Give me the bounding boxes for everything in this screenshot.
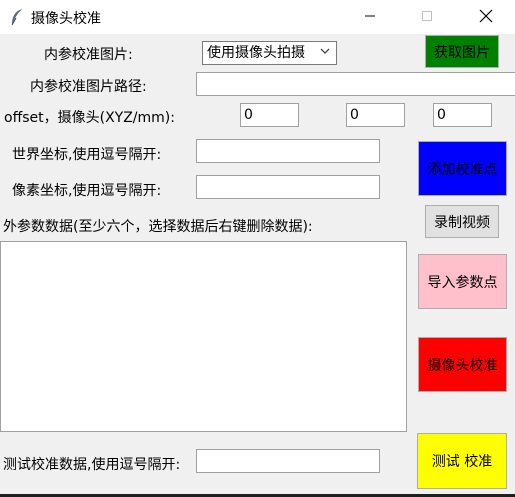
test-calibration-button[interactable]: 测试 校准 bbox=[417, 433, 507, 489]
maximize-button[interactable] bbox=[404, 0, 450, 32]
offset-z-input[interactable]: 0 bbox=[433, 103, 492, 127]
minimize-button[interactable] bbox=[347, 0, 393, 32]
record-video-button[interactable]: 录制视频 bbox=[425, 205, 499, 238]
test-data-label: 测试校准数据,使用逗号隔开: bbox=[3, 457, 181, 473]
extrinsic-label: 外参数数据(至少六个，选择数据后右键删除数据): bbox=[3, 219, 313, 235]
extrinsic-data-list[interactable] bbox=[0, 241, 407, 432]
pixel-coords-input[interactable] bbox=[196, 175, 380, 199]
feather-icon bbox=[11, 9, 22, 26]
offset-x-input[interactable]: 0 bbox=[240, 103, 299, 127]
intrinsic-path-input[interactable] bbox=[196, 72, 515, 96]
world-coords-label: 世界坐标,使用逗号隔开: bbox=[12, 147, 162, 163]
close-icon bbox=[479, 9, 493, 23]
test-data-input[interactable] bbox=[196, 449, 380, 473]
window-title: 摄像头校准 bbox=[31, 11, 101, 27]
maximize-icon bbox=[422, 11, 432, 21]
get-image-button[interactable]: 获取图片 bbox=[425, 35, 499, 68]
title-bar: 摄像头校准 bbox=[0, 0, 515, 34]
calibrate-button[interactable]: 摄像头校准 bbox=[418, 337, 507, 392]
offset-label: offset，摄像头(XYZ/mm): bbox=[4, 110, 175, 126]
image-source-value: 使用摄像头拍摄 bbox=[207, 45, 305, 61]
intrinsic-path-label: 内参校准图片路径: bbox=[30, 79, 147, 95]
image-source-select[interactable]: 使用摄像头拍摄 bbox=[202, 41, 337, 65]
pixel-coords-label: 像素坐标,使用逗号隔开: bbox=[12, 183, 162, 199]
chevron-down-icon bbox=[320, 48, 330, 54]
close-button[interactable] bbox=[463, 0, 509, 32]
offset-y-input[interactable]: 0 bbox=[346, 103, 405, 127]
minimize-icon bbox=[365, 15, 375, 17]
add-point-button[interactable]: 添加校准点 bbox=[418, 141, 507, 196]
world-coords-input[interactable] bbox=[196, 139, 380, 163]
intrinsic-image-label: 内参校准图片: bbox=[44, 47, 133, 63]
import-points-button[interactable]: 导入参数点 bbox=[418, 254, 507, 309]
